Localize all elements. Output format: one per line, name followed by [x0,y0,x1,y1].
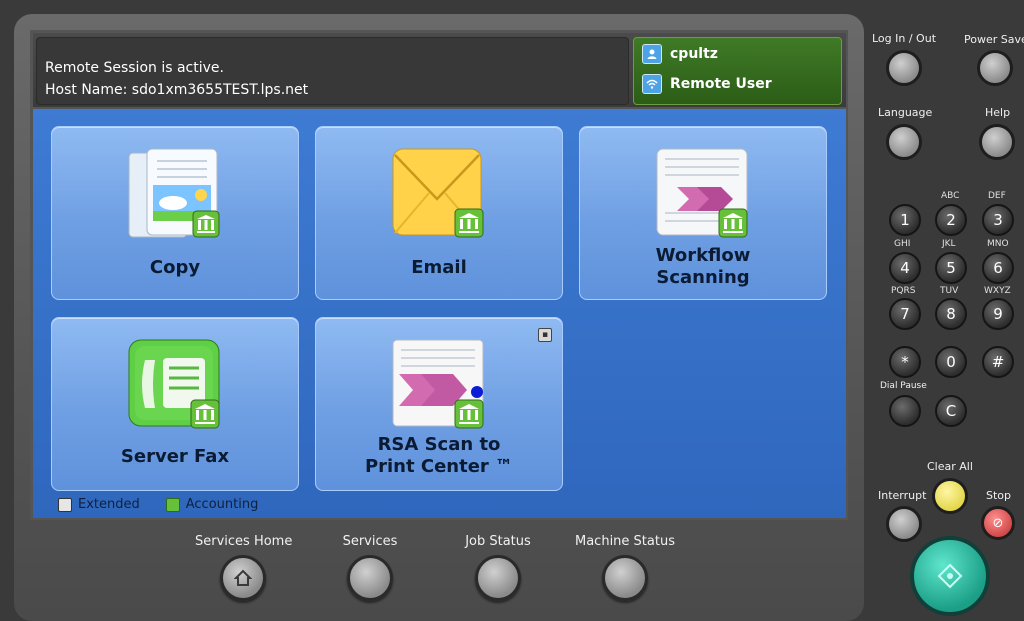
key-6-letters: MNO [987,239,1009,249]
help-button[interactable] [979,124,1015,160]
user-name: cpultz [670,46,718,62]
tile-workflow-scanning[interactable]: Workflow Scanning [579,126,827,300]
server-fax-icon [127,338,223,430]
interrupt-label: Interrupt [878,489,927,502]
key-4-letters: GHI [894,239,911,249]
key-8-letters: TUV [940,286,959,296]
key-7-letters: PQRS [891,286,916,296]
stop-label: Stop [986,489,1012,502]
log-in-out-button[interactable] [886,50,922,86]
job-status-button-icon[interactable] [475,555,521,601]
nav-machine-status[interactable]: Machine Status [570,534,680,601]
tile-rsa-scan-print-center[interactable]: ▪ RSA Scan to Print Center ™ [315,317,563,491]
copy-icon [127,147,223,239]
remote-wifi-icon [642,74,662,94]
nav-job-status-label: Job Status [465,534,531,549]
key-7[interactable]: 7 [889,298,921,330]
services-button-icon[interactable] [347,555,393,601]
key-hash[interactable]: # [982,346,1014,378]
accounting-icon [165,497,180,512]
nav-services-home-label: Services Home [195,534,293,549]
clear-all-label: Clear All [927,460,973,473]
tile-rsa-line2: Print Center ™ [364,456,514,477]
key-2[interactable]: 2 [935,204,967,236]
key-2-letters: ABC [941,191,960,201]
key-9-letters: WXYZ [984,286,1011,296]
remote-user-row: Remote User [642,74,772,94]
remote-user-label: Remote User [670,76,772,92]
nav-services-home[interactable]: Services Home [195,534,293,601]
key-6[interactable]: 6 [982,252,1014,284]
nav-services-label: Services [342,534,398,549]
bottom-navigation: Services Home Services Job Status Machin… [190,534,710,614]
key-4[interactable]: 4 [889,252,921,284]
user-box[interactable]: cpultz Remote User [633,37,842,105]
start-icon [937,563,963,589]
key-3[interactable]: 3 [982,204,1014,236]
host-name-text: Host Name: sdo1xm3655TEST.lps.net [45,82,309,98]
workflow-scanning-icon [655,147,751,239]
tile-server-fax[interactable]: Server Fax [51,317,299,491]
dial-pause-button[interactable] [889,395,921,427]
nav-services[interactable]: Services [315,534,425,601]
legend-accounting: Accounting [165,497,259,512]
tile-server-fax-label: Server Fax [120,446,230,467]
tile-copy-label: Copy [149,257,201,278]
interrupt-button[interactable] [886,506,922,542]
log-in-out-label: Log In / Out [872,32,937,45]
legend-accounting-label: Accounting [185,497,259,512]
key-8[interactable]: 8 [935,298,967,330]
legend-extended: Extended [58,497,140,512]
tile-rsa-line1: RSA Scan to [377,434,501,455]
control-panel: Log In / Out Power Saver Language Help A… [866,0,1024,621]
help-label: Help [985,106,1011,119]
key-0[interactable]: 0 [935,346,967,378]
key-star[interactable]: * [889,346,921,378]
nav-job-status[interactable]: Job Status [443,534,553,601]
tile-email-label: Email [411,257,467,278]
language-label: Language [878,106,933,119]
email-icon [391,147,487,239]
nav-machine-status-label: Machine Status [575,534,675,549]
extended-icon [58,497,72,512]
extended-feature-icon: ▪ [538,328,552,342]
key-5-letters: JKL [942,239,956,249]
tile-workflow-line1: Workflow [655,245,751,266]
home-icon[interactable] [219,555,266,601]
power-saver-button[interactable] [977,50,1013,86]
services-panel: Copy Email Workflow Scanning Server Fax … [33,109,846,518]
user-row: cpultz [642,44,718,64]
user-icon [642,44,662,64]
legend-extended-label: Extended [78,497,140,512]
tile-email[interactable]: Email [315,126,563,300]
clear-all-button[interactable] [932,478,968,514]
key-1[interactable]: 1 [889,204,921,236]
rsa-scan-icon [391,338,487,430]
tile-rsa-label: RSA Scan to Print Center ™ [316,434,562,478]
language-button[interactable] [886,124,922,160]
key-clear[interactable]: C [935,395,967,427]
key-3-letters: DEF [988,191,1006,201]
start-button[interactable] [910,536,990,616]
stop-button[interactable]: ⊘ [981,506,1015,540]
machine-status-button-icon[interactable] [602,555,648,601]
dial-pause-label: Dial Pause [880,381,927,391]
key-5[interactable]: 5 [935,252,967,284]
tile-copy[interactable]: Copy [51,126,299,300]
power-saver-label: Power Saver [964,33,1024,46]
session-status-text: Remote Session is active. [45,60,224,76]
session-message-box: Remote Session is active. Host Name: sdo… [36,37,629,105]
tile-workflow-scanning-label: Workflow Scanning [580,245,826,289]
key-9[interactable]: 9 [982,298,1014,330]
tile-workflow-line2: Scanning [656,267,750,288]
stop-icon: ⊘ [992,515,1004,531]
session-header: Remote Session is active. Host Name: sdo… [33,33,846,107]
tile-legend: Extended Accounting [58,497,258,512]
